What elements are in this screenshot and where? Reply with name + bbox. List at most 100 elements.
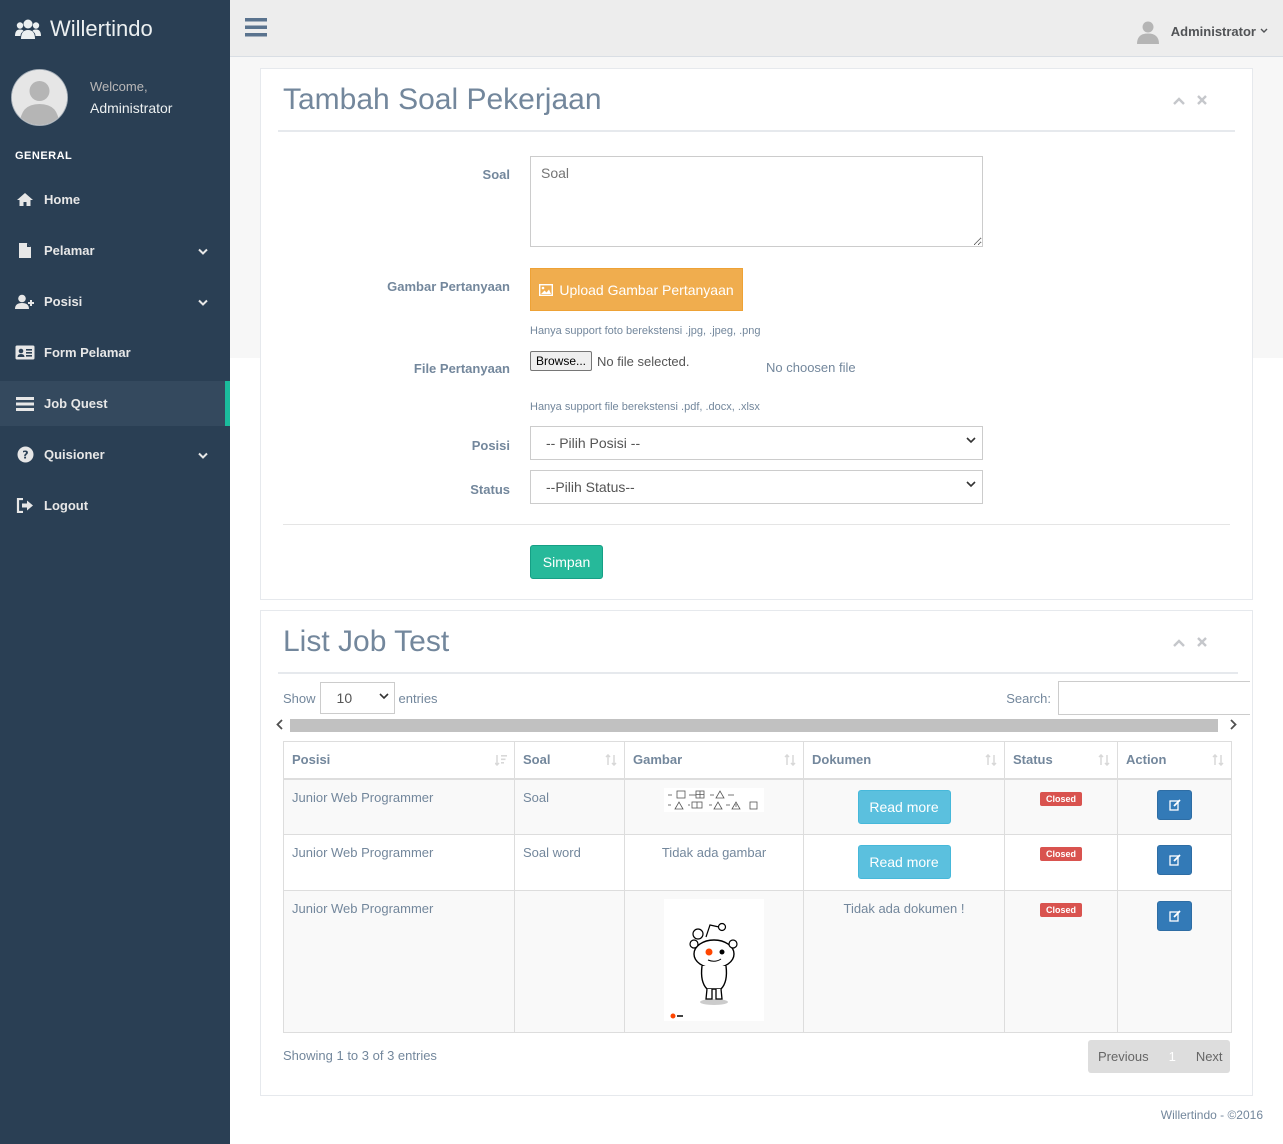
file-status: No file selected. <box>597 353 690 369</box>
column-header-dokumen[interactable]: Dokumen <box>803 741 1005 780</box>
profile: Welcome, Administrator <box>0 57 230 137</box>
sort-icon <box>985 754 997 766</box>
next-button[interactable]: Next <box>1186 1049 1233 1064</box>
main-content: Tambah Soal Pekerjaan Soal Gambar Pertan… <box>230 57 1283 1144</box>
list-panel: List Job Test Show 10 entries Search: Po… <box>260 610 1253 1096</box>
no-file-text: No choosen file <box>766 360 856 375</box>
user-dropdown[interactable]: Administrator <box>1134 18 1268 44</box>
collapse-icon[interactable] <box>1173 634 1185 650</box>
upload-image-button[interactable]: Upload Gambar Pertanyaan <box>530 268 743 311</box>
sidebar-item-logout[interactable]: Logout <box>0 480 230 531</box>
edit-button[interactable] <box>1157 901 1192 931</box>
image-icon <box>539 283 554 296</box>
sidebar-item-label: Home <box>44 192 81 207</box>
top-navbar: Administrator <box>230 0 1283 57</box>
column-header-status[interactable]: Status <box>1004 741 1118 780</box>
posisi-label: Posisi <box>471 438 510 453</box>
table-row: Junior Web Programmer Soal word Tidak ad… <box>283 834 1232 891</box>
sidebar-item-job-quest[interactable]: Job Quest <box>0 381 230 426</box>
sidebar-menu: Home Pelamar Posisi Form Pelamar Job Que… <box>0 174 230 531</box>
upload-button-label: Upload Gambar Pertanyaan <box>559 281 734 298</box>
posisi-select[interactable]: -- Pilih Posisi -- <box>530 426 983 460</box>
table-info: Showing 1 to 3 of 3 entries <box>283 1048 437 1063</box>
chevron-down-icon <box>1260 28 1268 33</box>
chevron-down-icon <box>198 294 208 309</box>
sidebar-item-quisioner[interactable]: ? Quisioner <box>0 429 230 480</box>
status-select-value: --Pilih Status-- <box>546 479 635 495</box>
file-input[interactable]: Browse... No file selected. <box>530 351 690 371</box>
cell-gambar <box>624 778 804 835</box>
browse-button[interactable]: Browse... <box>530 351 593 371</box>
status-badge: Closed <box>1039 791 1082 806</box>
soal-textarea[interactable] <box>530 156 983 247</box>
cell-action <box>1117 778 1232 835</box>
sidebar-item-pelamar[interactable]: Pelamar <box>0 225 230 276</box>
chevron-down-icon <box>198 243 208 258</box>
profile-name: Administrator <box>90 99 173 116</box>
search-input[interactable] <box>1058 681 1250 715</box>
edit-icon <box>1168 854 1181 866</box>
edit-button[interactable] <box>1157 789 1192 820</box>
close-icon[interactable] <box>1197 92 1207 108</box>
sidebar-item-label: Job Quest <box>44 396 108 411</box>
edit-button[interactable] <box>1157 845 1192 875</box>
sidebar-item-label: Form Pelamar <box>44 345 131 360</box>
svg-text:?: ? <box>22 449 28 462</box>
list-icon <box>15 396 35 411</box>
scroll-right-icon[interactable] <box>1230 719 1237 733</box>
sort-asc-icon <box>495 755 507 766</box>
menu-section-title: GENERAL <box>15 150 73 162</box>
menu-toggle-icon[interactable] <box>245 18 267 40</box>
sidebar-item-posisi[interactable]: Posisi <box>0 276 230 327</box>
page-1-button[interactable]: 1 <box>1159 1049 1186 1064</box>
horizontal-scrollbar[interactable] <box>273 717 1240 734</box>
collapse-icon[interactable] <box>1173 92 1185 108</box>
read-more-button[interactable]: Read more <box>857 789 951 824</box>
job-test-table: Posisi Soal Gambar Dokumen Status Action… <box>283 741 1232 1033</box>
footer: Willertindo - ©2016 <box>1160 1108 1263 1122</box>
cell-dokumen: Tidak ada dokumen ! <box>803 890 1005 1033</box>
column-header-soal[interactable]: Soal <box>514 741 625 780</box>
scrollbar-thumb[interactable] <box>290 719 1218 732</box>
sidebar-item-form-pelamar[interactable]: Form Pelamar <box>0 327 230 378</box>
welcome-text: Welcome, <box>90 78 148 94</box>
search-control: Search: <box>1006 681 1250 715</box>
sort-icon <box>784 754 796 766</box>
file-hint: Hanya support file berekstensi .pdf, .do… <box>530 401 760 413</box>
user-avatar-icon <box>1134 18 1161 44</box>
brand[interactable]: Willertindo <box>0 0 230 57</box>
user-name: Administrator <box>1170 23 1256 39</box>
sort-icon <box>1098 754 1110 766</box>
user-avatar-icon <box>12 69 67 125</box>
chevron-down-icon <box>966 481 976 488</box>
users-icon <box>15 19 41 39</box>
sidebar-item-label: Logout <box>44 498 89 513</box>
close-icon[interactable] <box>1197 634 1207 650</box>
sort-icon <box>605 754 617 766</box>
column-header-action[interactable]: Action <box>1117 741 1232 780</box>
table-row: Junior Web Programmer Tidak ada dokumen … <box>283 890 1232 1033</box>
status-label: Status <box>470 482 510 497</box>
status-select[interactable]: --Pilih Status-- <box>530 470 983 504</box>
cell-status: Closed <box>1004 834 1118 891</box>
previous-button[interactable]: Previous <box>1088 1049 1159 1064</box>
read-more-button[interactable]: Read more <box>857 845 951 879</box>
cell-dokumen: Read more <box>803 778 1005 835</box>
column-header-gambar[interactable]: Gambar <box>624 741 804 780</box>
sort-icon <box>1212 754 1224 766</box>
scroll-left-icon[interactable] <box>276 719 283 733</box>
cell-dokumen: Read more <box>803 834 1005 891</box>
table-controls: Show 10 entries Search: <box>283 681 1250 715</box>
entries-value: 10 <box>336 690 353 706</box>
sidebar-item-label: Posisi <box>44 294 83 309</box>
cell-posisi: Junior Web Programmer <box>283 834 515 891</box>
cell-status: Closed <box>1004 778 1118 835</box>
chevron-down-icon <box>198 447 208 462</box>
show-label: Show <box>283 690 316 706</box>
column-header-posisi[interactable]: Posisi <box>283 741 515 780</box>
save-button[interactable]: Simpan <box>530 545 603 579</box>
entries-select[interactable]: 10 <box>319 682 395 714</box>
sidebar-item-home[interactable]: Home <box>0 174 230 225</box>
avatar <box>11 68 68 126</box>
cell-soal: Soal word <box>514 834 625 891</box>
